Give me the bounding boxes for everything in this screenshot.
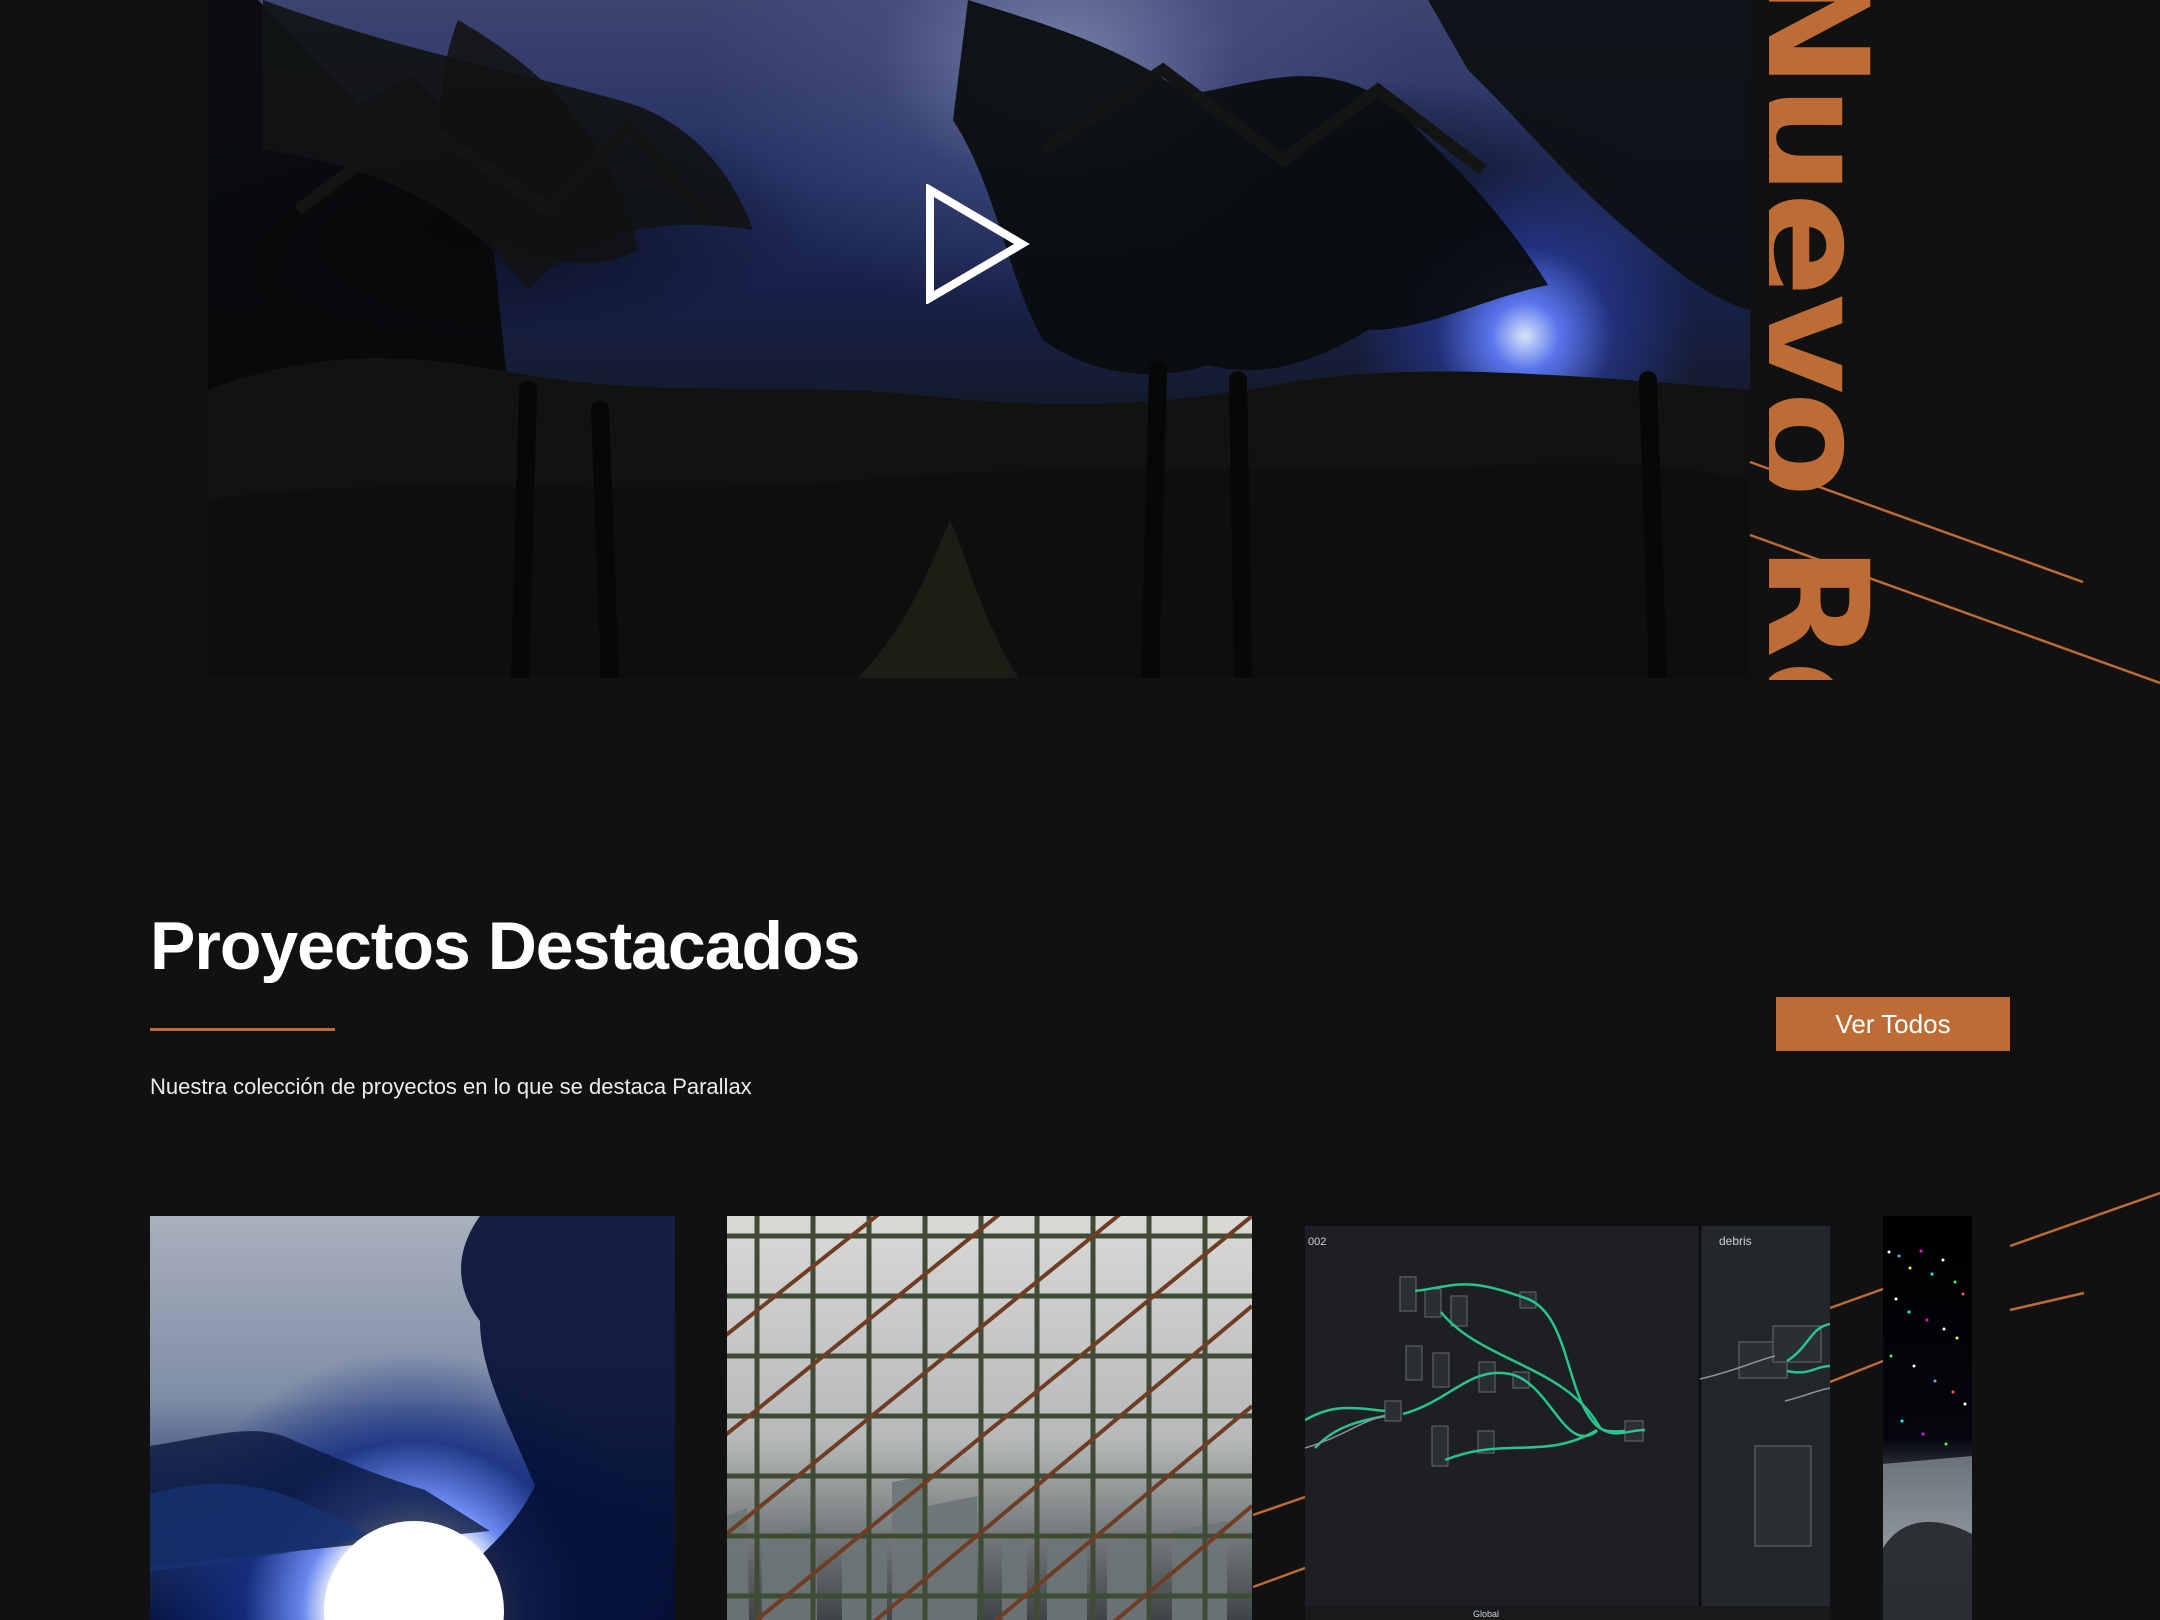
project-card-grid[interactable] xyxy=(727,1216,1252,1620)
play-icon[interactable] xyxy=(922,184,1032,304)
featured-projects-subtitle: Nuestra colección de proyectos en lo que… xyxy=(150,1074,752,1099)
forest-thumbnail xyxy=(150,1216,675,1620)
reel-vertical-title: Nuevo Reel xyxy=(1769,0,1919,680)
node-editor-label-bottom: Global xyxy=(1473,1609,1499,1619)
view-all-button[interactable]: Ver Todos xyxy=(1776,997,2010,1051)
grid-thumbnail xyxy=(727,1216,1252,1620)
hero-reel-video[interactable] xyxy=(208,0,1750,678)
project-card-forest[interactable] xyxy=(150,1216,675,1620)
node-editor-thumbnail: 002 debris Global xyxy=(1305,1216,1830,1620)
particles-thumbnail xyxy=(1883,1249,1972,1620)
reel-forest-image xyxy=(208,0,1750,678)
node-editor-label-right: debris xyxy=(1719,1234,1752,1248)
title-accent-rule xyxy=(150,1028,335,1031)
project-card-particles[interactable] xyxy=(1883,1216,1972,1620)
featured-projects-title: Proyectos Destacados xyxy=(150,908,860,984)
node-editor-label-left: 002 xyxy=(1308,1236,1326,1248)
reel-title-text: Nuevo Reel xyxy=(1769,0,1900,680)
project-card-node-editor[interactable]: 002 debris Global xyxy=(1305,1216,1830,1620)
